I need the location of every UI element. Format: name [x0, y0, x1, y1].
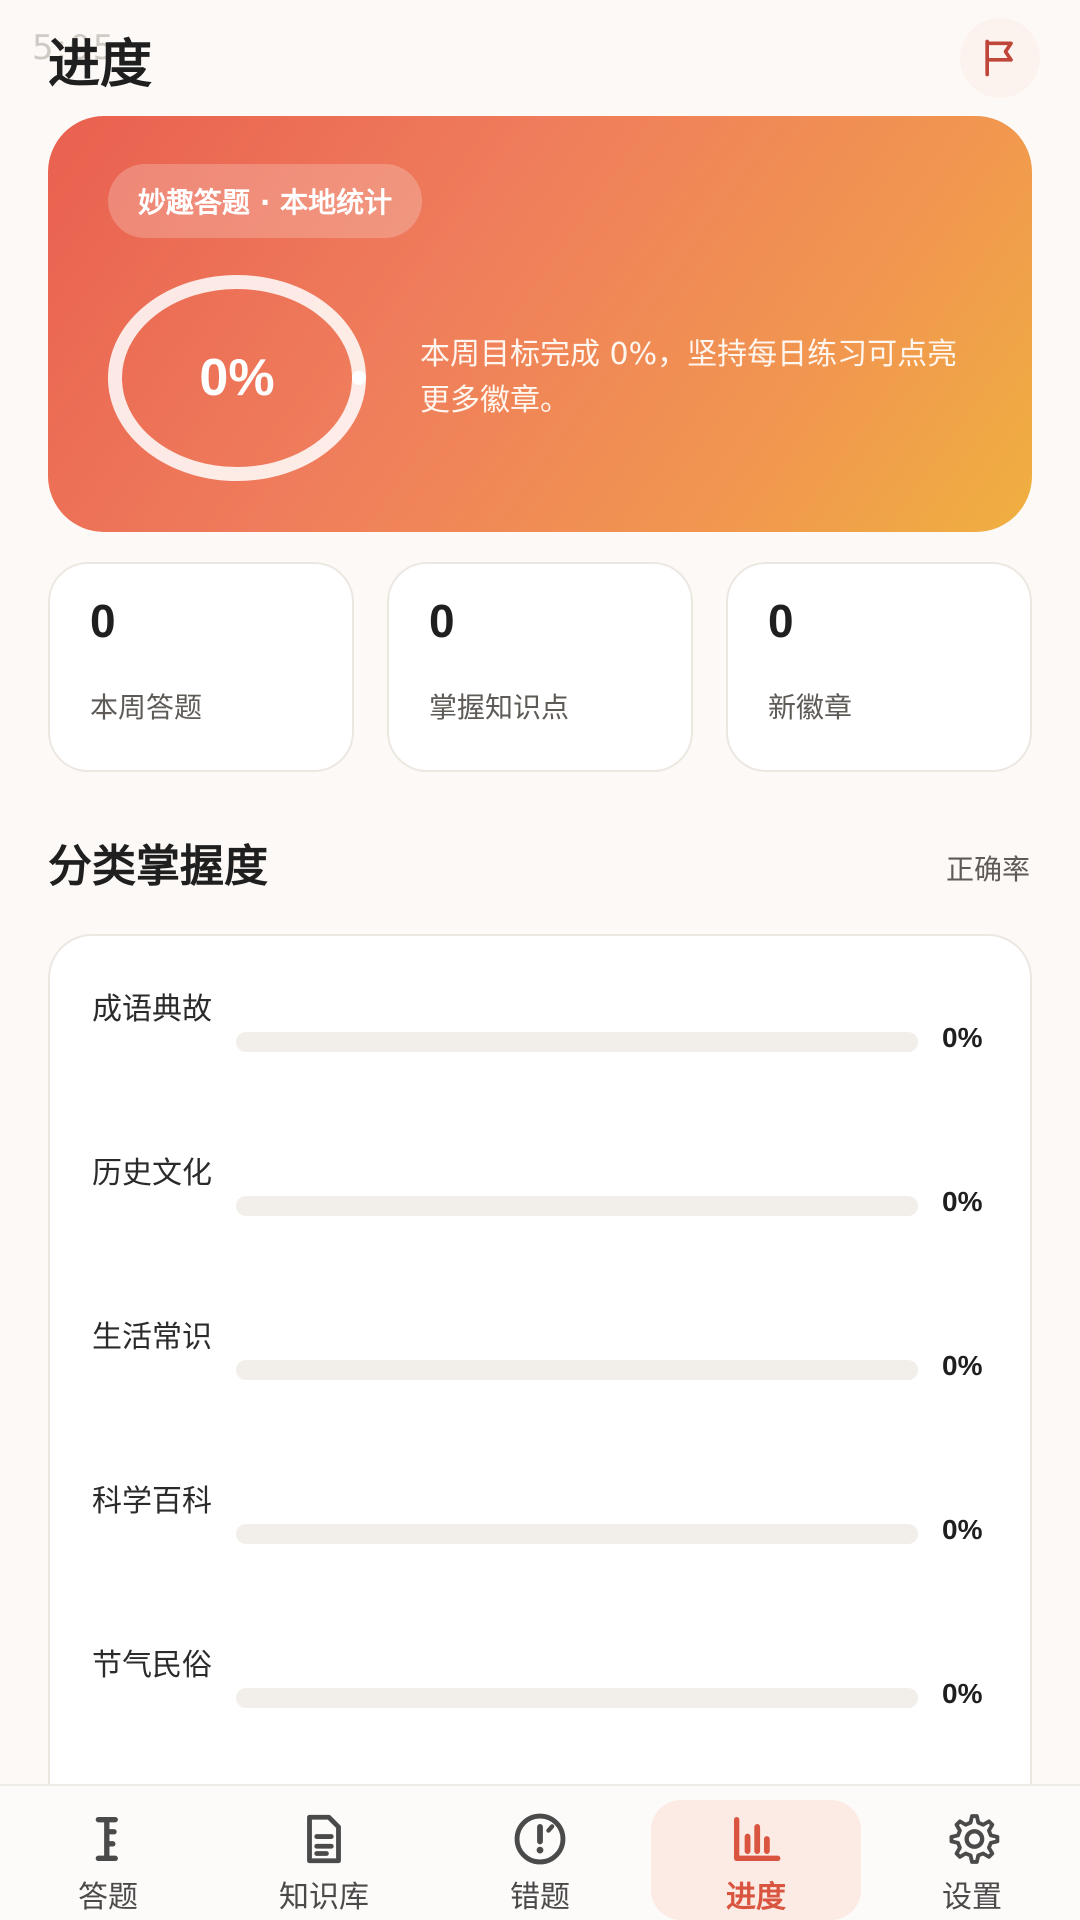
category-percentage: 0%: [942, 1350, 983, 1381]
goal-percentage: 0%: [199, 349, 275, 407]
stat-card-new-badges[interactable]: 0 新徽章: [726, 562, 1032, 772]
category-progress-track: [236, 1032, 918, 1052]
flag-icon: [985, 39, 1013, 77]
category-percentage: 0%: [942, 1678, 983, 1709]
stat-label: 掌握知识点: [429, 691, 570, 724]
progress-page: 5:05 进度 妙趣答题 · 本地统计 0% 本周目标完成 0%，坚持每日练习可…: [0, 0, 1080, 1920]
goal-description: 本周目标完成 0%，坚持每日练习可点亮更多徽章。: [420, 337, 958, 418]
category-name: 科学百科: [92, 1484, 212, 1519]
document-icon: [307, 1814, 341, 1864]
category-row-history[interactable]: 历史文化 0%: [50, 1146, 1034, 1266]
section-title: 分类掌握度: [48, 841, 268, 892]
stat-label: 本周答题: [90, 691, 203, 724]
weekly-goal-card: 妙趣答题 · 本地统计 0% 本周目标完成 0%，坚持每日练习可点亮更多徽章。: [48, 116, 1032, 532]
category-progress-track: [236, 1360, 918, 1380]
category-row-life-tips[interactable]: 生活常识 0%: [50, 1310, 1034, 1430]
category-row-science[interactable]: 科学百科 0%: [50, 1474, 1034, 1594]
stat-value: 0: [768, 595, 794, 647]
nav-tab-progress[interactable]: 进度: [651, 1800, 861, 1920]
stat-label: 新徽章: [768, 691, 853, 724]
category-row-folk-customs[interactable]: 节气民俗 0%: [50, 1638, 1034, 1758]
nav-label: 答题: [78, 1880, 138, 1915]
bottom-navigation: 答题 知识库 错题 进度 设置: [0, 1784, 1080, 1920]
bar-chart-icon: [734, 1817, 781, 1861]
nav-tab-quiz[interactable]: 答题: [3, 1800, 213, 1920]
category-progress-track: [236, 1196, 918, 1216]
category-name: 节气民俗: [92, 1648, 212, 1683]
category-progress-track: [236, 1524, 918, 1544]
nav-tab-knowledge[interactable]: 知识库: [219, 1800, 429, 1920]
category-name: 历史文化: [92, 1156, 212, 1191]
flag-button[interactable]: [960, 18, 1040, 98]
quiz-icon: [95, 1817, 118, 1861]
page-title: 进度: [48, 35, 153, 95]
stat-card-weekly-answers[interactable]: 0 本周答题: [48, 562, 354, 772]
category-percentage: 0%: [942, 1022, 983, 1053]
accuracy-link[interactable]: 正确率: [946, 848, 1030, 888]
nav-label: 错题: [510, 1880, 570, 1915]
nav-label: 进度: [726, 1880, 786, 1915]
hero-badge: 妙趣答题 · 本地统计: [108, 164, 423, 238]
category-name: 成语典故: [92, 992, 212, 1027]
nav-tab-settings[interactable]: 设置: [867, 1800, 1077, 1920]
goal-progress-ring: 0%: [106, 272, 368, 484]
nav-label: 知识库: [279, 1880, 369, 1915]
alert-icon: [514, 1813, 566, 1865]
category-progress-track: [236, 1688, 918, 1708]
stat-value: 0: [429, 595, 455, 647]
category-percentage: 0%: [942, 1514, 983, 1545]
category-name: 生活常识: [92, 1320, 212, 1355]
category-percentage: 0%: [942, 1186, 983, 1217]
nav-tab-mistakes[interactable]: 错题: [435, 1800, 645, 1920]
category-mastery-card: 成语典故 0% 历史文化 0% 生活常识 0% 科学百科 0% 节气民俗 0%: [48, 934, 1032, 1920]
stat-value: 0: [90, 595, 116, 647]
stat-card-mastered-points[interactable]: 0 掌握知识点: [387, 562, 693, 772]
category-row-idioms[interactable]: 成语典故 0%: [50, 982, 1034, 1102]
gear-icon: [949, 1814, 1000, 1864]
nav-label: 设置: [942, 1880, 1002, 1915]
stats-row: 0 本周答题 0 掌握知识点 0 新徽章: [48, 562, 1032, 772]
